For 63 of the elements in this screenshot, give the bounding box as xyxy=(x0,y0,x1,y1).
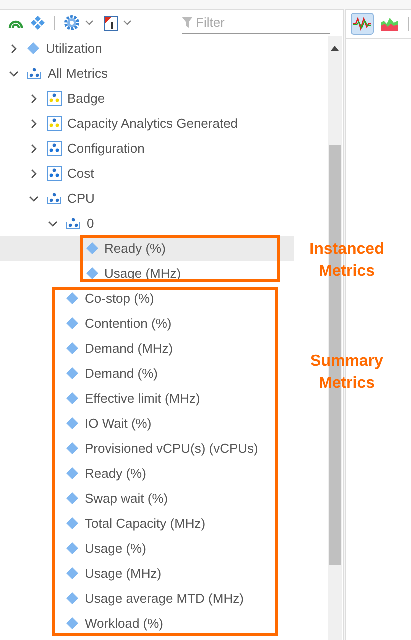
tree-item[interactable]: Usage (MHz) xyxy=(0,561,294,586)
tree-item[interactable]: All Metrics xyxy=(0,61,294,86)
tree-item[interactable]: Provisioned vCPU(s) (vCPUs) xyxy=(0,436,294,461)
diamond-icon xyxy=(86,242,98,255)
hierarchy-icon xyxy=(46,192,62,205)
hierarchy-icon xyxy=(66,217,81,230)
tree-item[interactable]: Swap wait (%) xyxy=(0,486,294,511)
filter-icon xyxy=(182,17,193,28)
annotation-label: Instanced Metrics xyxy=(308,240,386,282)
tree-item[interactable]: Contention (%) xyxy=(0,311,294,336)
chevron-down-icon[interactable] xyxy=(28,194,38,204)
diamond-icon xyxy=(66,342,79,355)
scroll-up-icon[interactable] xyxy=(331,46,339,51)
filter-field[interactable]: Filter xyxy=(196,15,316,30)
diamond-icon xyxy=(66,392,79,405)
settings-icon[interactable] xyxy=(63,14,81,32)
tree-item[interactable]: Effective limit (MHz) xyxy=(0,386,294,411)
diamond-icon xyxy=(27,42,40,55)
tree-item[interactable]: IO Wait (%) xyxy=(0,411,294,436)
diamond-icon xyxy=(66,317,79,330)
caret-icon[interactable] xyxy=(85,20,94,26)
chevron-down-icon[interactable] xyxy=(48,218,58,228)
diamond-icon xyxy=(86,267,98,280)
caret-icon[interactable] xyxy=(123,20,132,26)
tree-item[interactable]: CPU xyxy=(0,186,294,211)
diamond-icon xyxy=(66,542,79,555)
diamonds-icon[interactable] xyxy=(30,15,46,31)
tree-item[interactable]: Ready (%) xyxy=(0,461,294,486)
tree-item[interactable]: Ready (%) xyxy=(0,236,294,261)
calendar-icon[interactable] xyxy=(104,14,119,32)
line-chart-button[interactable] xyxy=(351,13,374,35)
chevron-right-icon[interactable] xyxy=(9,44,19,54)
tree-item[interactable]: Cost xyxy=(0,161,294,186)
chevron-right-icon[interactable] xyxy=(28,144,38,154)
diamond-icon xyxy=(66,367,79,380)
hierarchy-icon xyxy=(27,67,42,80)
diamond-icon xyxy=(66,492,79,505)
annotation-label: Summary Metrics xyxy=(310,352,384,394)
diamond-icon xyxy=(66,292,79,305)
tree-item[interactable]: Total Capacity (MHz) xyxy=(0,511,294,536)
tree-item[interactable]: 0 xyxy=(0,211,294,236)
tree-item[interactable]: Demand (%) xyxy=(0,361,294,386)
tree-item[interactable]: Usage (MHz) xyxy=(0,261,294,286)
tree-item[interactable]: Badge xyxy=(0,86,294,111)
tree-item[interactable]: Co-stop (%) xyxy=(0,286,294,311)
chevron-right-icon[interactable] xyxy=(28,118,38,128)
tree-item[interactable]: Capacity Analytics Generated xyxy=(0,111,294,136)
tree-item[interactable]: Utilization xyxy=(0,36,294,61)
chevron-down-icon[interactable] xyxy=(9,68,19,78)
diamond-icon xyxy=(66,617,79,630)
tree-item[interactable]: Workload (%) xyxy=(0,611,294,636)
diamond-icon xyxy=(66,467,79,480)
tree-item[interactable]: Configuration xyxy=(0,136,294,161)
tree-item[interactable]: Usage average MTD (MHz) xyxy=(0,586,294,611)
diamond-icon xyxy=(66,517,79,530)
diamond-icon xyxy=(66,417,79,430)
chevron-right-icon[interactable] xyxy=(28,94,38,104)
chevron-right-icon[interactable] xyxy=(28,168,38,178)
diamond-icon xyxy=(66,442,79,455)
tree-item[interactable]: Usage (%) xyxy=(0,536,294,561)
tree-item[interactable]: Demand (MHz) xyxy=(0,336,294,361)
diamond-icon xyxy=(66,567,79,580)
diamond-icon xyxy=(66,592,79,605)
